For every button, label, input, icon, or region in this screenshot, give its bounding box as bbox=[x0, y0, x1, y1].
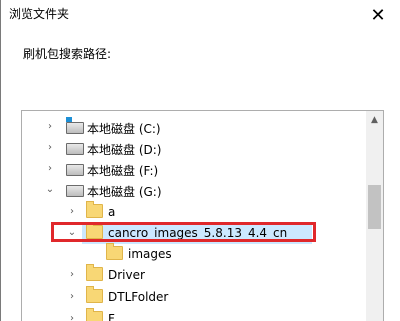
tree-item-label: 本地磁盘 (C:) bbox=[87, 122, 161, 136]
annotation-highlight-box bbox=[51, 222, 316, 242]
tree-item-folder-f[interactable]: › F bbox=[22, 308, 368, 321]
browse-folder-dialog: 浏览文件夹 ✕ 刷机包搜索路径: › 本地磁盘 (C:) › 本地磁盘 (D:)… bbox=[0, 0, 400, 321]
tree-item-drive-d[interactable]: › 本地磁盘 (D:) bbox=[22, 138, 368, 159]
chevron-right-icon[interactable]: › bbox=[44, 162, 56, 176]
tree-item-drive-f[interactable]: › 本地磁盘 (F:) bbox=[22, 159, 368, 180]
folder-icon bbox=[86, 308, 103, 321]
folder-tree[interactable]: › 本地磁盘 (C:) › 本地磁盘 (D:) › 本地磁盘 (F:) ⌄ 本地… bbox=[21, 110, 384, 321]
chevron-down-icon[interactable]: ⌄ bbox=[44, 183, 56, 197]
chevron-right-icon[interactable]: › bbox=[66, 312, 78, 321]
search-path-label: 刷机包搜索路径: bbox=[23, 47, 112, 61]
folder-icon bbox=[106, 243, 123, 260]
tree-item-label: 本地磁盘 (D:) bbox=[87, 143, 162, 157]
chevron-right-icon[interactable]: › bbox=[44, 120, 56, 134]
tree-item-label: DTLFolder bbox=[108, 290, 169, 304]
tree-item-folder-dtlfolder[interactable]: › DTLFolder bbox=[22, 286, 368, 308]
tree-item-folder-driver[interactable]: › Driver bbox=[22, 264, 368, 286]
title-bar: 浏览文件夹 ✕ bbox=[1, 0, 400, 30]
tree-item-label: 本地磁盘 (F:) bbox=[87, 164, 159, 178]
drive-icon bbox=[66, 164, 84, 176]
folder-icon bbox=[86, 201, 103, 218]
tree-item-label: a bbox=[108, 205, 116, 219]
vertical-scrollbar[interactable]: ▲ bbox=[366, 111, 383, 321]
folder-icon bbox=[86, 286, 103, 303]
chevron-right-icon[interactable]: › bbox=[66, 205, 78, 219]
tree-item-label: 本地磁盘 (G:) bbox=[87, 185, 162, 199]
chevron-right-icon[interactable]: › bbox=[66, 268, 78, 282]
drive-icon bbox=[66, 143, 84, 155]
folder-icon bbox=[86, 264, 103, 281]
close-button[interactable]: ✕ bbox=[363, 0, 393, 30]
tree-item-label: Driver bbox=[108, 268, 145, 282]
tree-item-drive-g[interactable]: ⌄ 本地磁盘 (G:) bbox=[22, 180, 368, 201]
scrollbar-thumb[interactable] bbox=[368, 185, 381, 229]
chevron-right-icon[interactable]: › bbox=[44, 141, 56, 155]
tree-item-folder-images[interactable]: images bbox=[22, 243, 368, 265]
tree-item-drive-c[interactable]: › 本地磁盘 (C:) bbox=[22, 117, 368, 138]
chevron-right-icon[interactable]: › bbox=[66, 290, 78, 304]
scroll-up-arrow-icon[interactable]: ▲ bbox=[366, 111, 383, 128]
tree-item-label: F bbox=[108, 312, 115, 321]
window-title: 浏览文件夹 bbox=[9, 7, 70, 21]
system-drive-icon bbox=[66, 117, 84, 134]
drive-icon bbox=[66, 185, 84, 197]
tree-item-label: images bbox=[128, 247, 172, 261]
tree-item-folder-a[interactable]: › a bbox=[22, 201, 368, 223]
